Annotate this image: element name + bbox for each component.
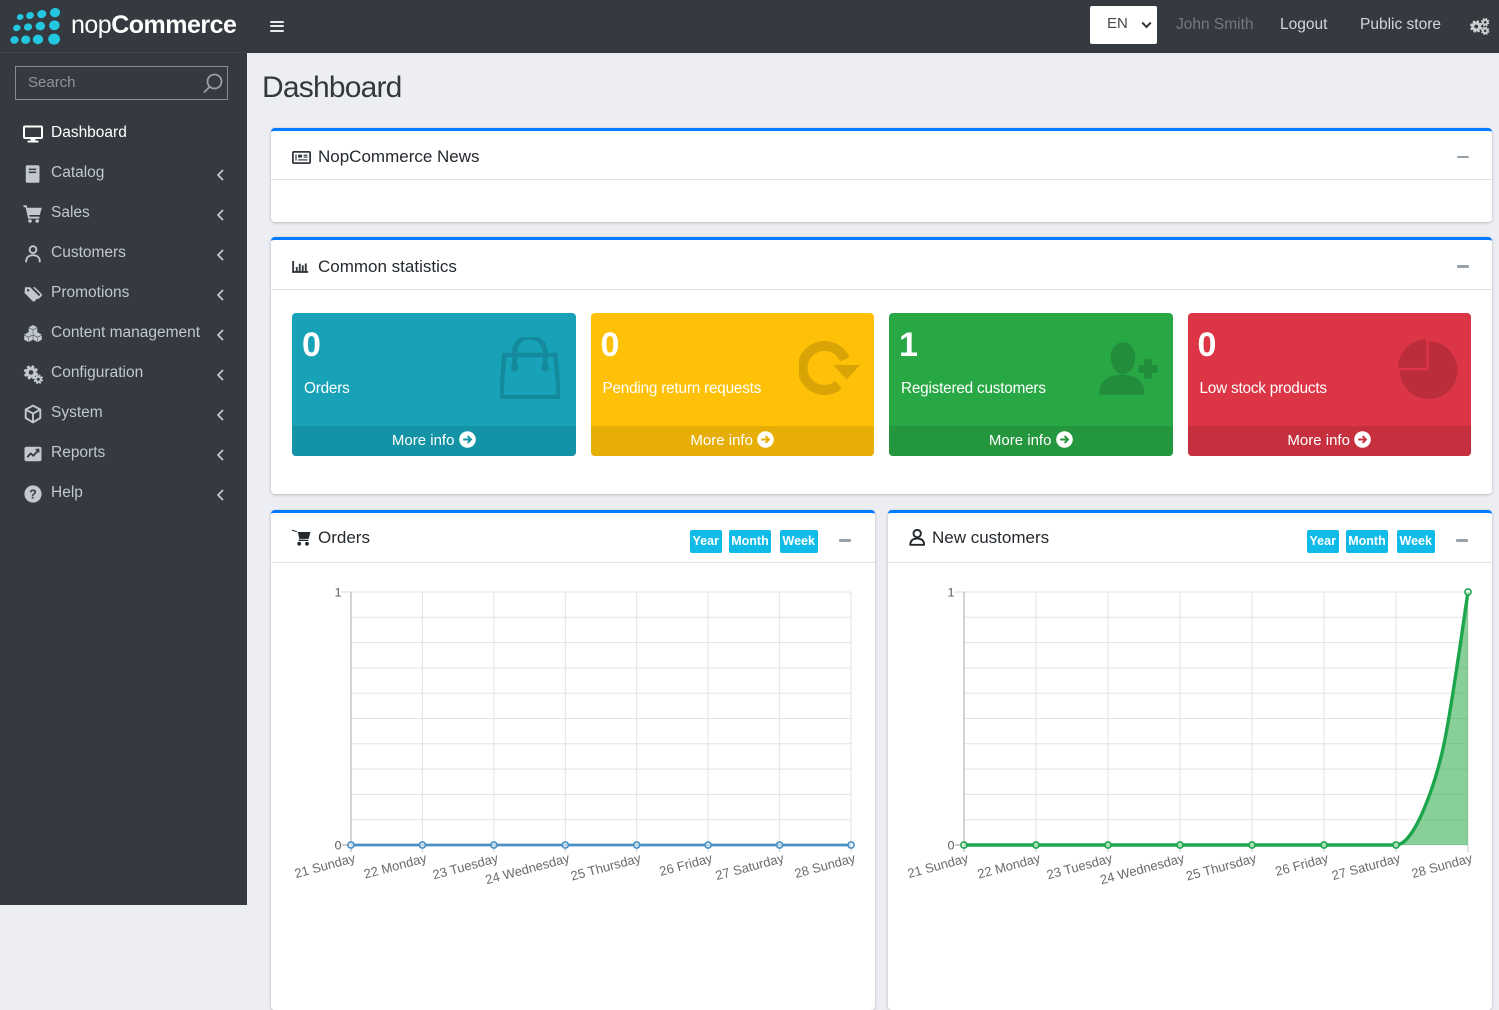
svg-text:25 Thursday: 25 Thursday: [569, 850, 643, 883]
svg-text:0: 0: [948, 838, 955, 852]
svg-text:28 Sunday: 28 Sunday: [1410, 850, 1474, 881]
svg-text:0: 0: [335, 838, 342, 852]
svg-text:1: 1: [948, 585, 955, 599]
svg-text:24 Wednesday: 24 Wednesday: [1098, 850, 1186, 887]
svg-text:22 Monday: 22 Monday: [362, 850, 428, 881]
svg-text:28 Sunday: 28 Sunday: [793, 850, 857, 881]
svg-text:22 Monday: 22 Monday: [976, 850, 1042, 881]
svg-text:27 Saturday: 27 Saturday: [1330, 850, 1402, 883]
svg-text:1: 1: [335, 585, 342, 599]
svg-text:26 Friday: 26 Friday: [658, 850, 715, 879]
svg-text:26 Friday: 26 Friday: [1274, 850, 1331, 879]
svg-text:27 Saturday: 27 Saturday: [714, 850, 786, 883]
svg-text:21 Sunday: 21 Sunday: [906, 850, 970, 881]
svg-text:25 Thursday: 25 Thursday: [1184, 850, 1258, 883]
svg-text:21 Sunday: 21 Sunday: [293, 850, 357, 881]
svg-text:?: ?: [29, 487, 37, 501]
